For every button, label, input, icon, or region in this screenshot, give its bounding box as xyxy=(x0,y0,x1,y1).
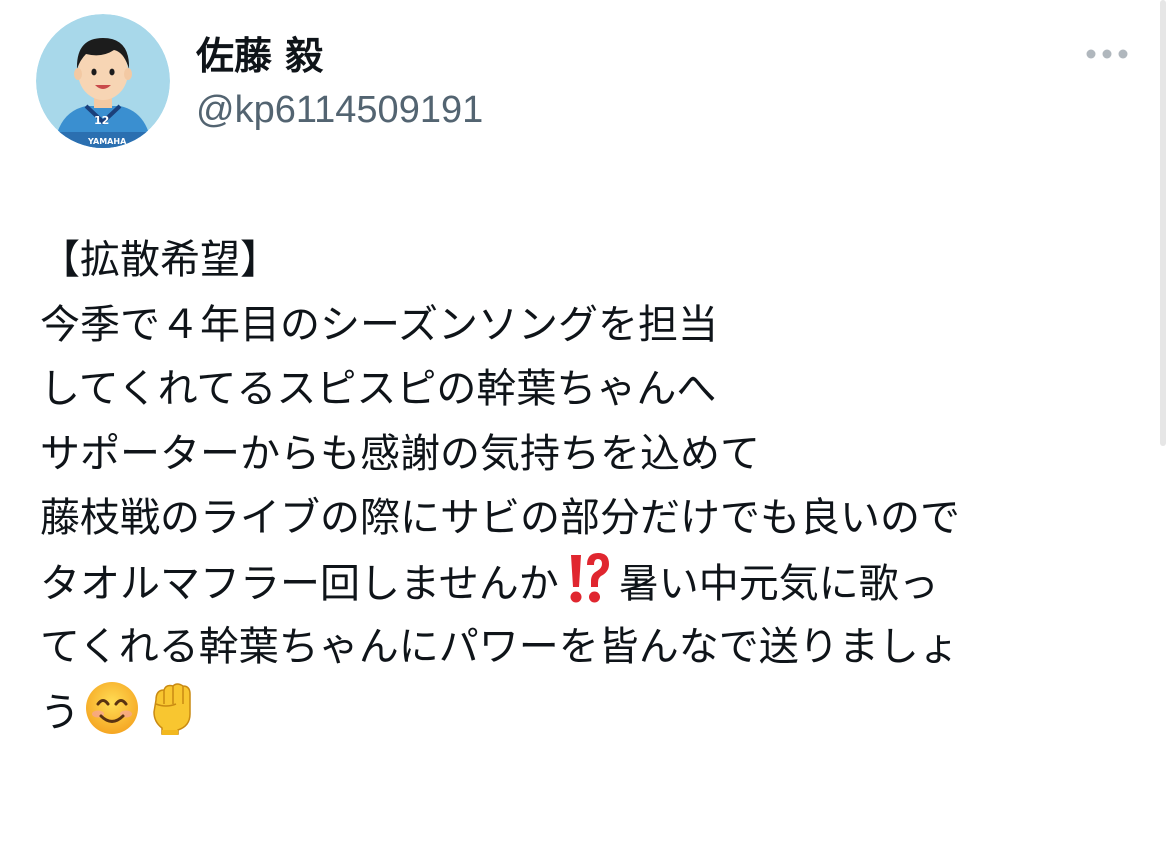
more-horizontal-icon xyxy=(1086,49,1128,59)
avatar-jersey-number: 12 xyxy=(94,114,109,127)
avatar-jersey-text: YAMAHA xyxy=(87,137,127,146)
scrollbar[interactable] xyxy=(1160,0,1166,446)
tweet-line: タオルマフラー回しませんか 暑い中元気に歌っ xyxy=(40,551,1150,616)
avatar-cartoon-soccer-player-icon: 12 YAMAHA xyxy=(36,14,170,148)
avatar[interactable]: 12 YAMAHA xyxy=(36,14,170,148)
author-handle[interactable]: @kp6114509191 xyxy=(196,86,483,134)
author-display-name[interactable]: 佐藤 毅 xyxy=(196,32,323,80)
tweet-line: してくれてるスピスピの幹葉ちゃんへ xyxy=(40,366,717,412)
tweet-line: てくれる幹葉ちゃんにパワーを皆んなで送りましょ xyxy=(40,624,959,670)
tweet-line: 【拡散希望】 xyxy=(40,237,280,283)
smiling-face-emoji xyxy=(84,680,140,736)
tweet-line: う xyxy=(40,680,1150,745)
tweet-line-text: タオルマフラー回しませんか xyxy=(40,560,559,607)
tweet-line-text: う xyxy=(40,689,80,736)
more-button[interactable] xyxy=(1080,36,1134,72)
raised-fist-emoji xyxy=(144,680,200,736)
exclamation-question-mark-emoji xyxy=(563,551,619,607)
tweet-line: サポーターからも感謝の気持ちを込めて xyxy=(40,430,760,477)
tweet-line: 藤枝戦のライブの際にサビの部分だけでも良いので xyxy=(40,495,960,541)
tweet-line: 今季で４年目のシーズンソングを担当 xyxy=(40,301,718,348)
tweet-line-text: 暑い中元気に歌っ xyxy=(618,560,939,607)
tweet-card: 12 YAMAHA 佐藤 毅 @kp6114509191 【拡散希望】 今季で４… xyxy=(0,0,1170,856)
tweet-text: 【拡散希望】 今季で４年目のシーズンソングを担当 してくれてるスピスピの幹葉ちゃ… xyxy=(40,228,1150,744)
